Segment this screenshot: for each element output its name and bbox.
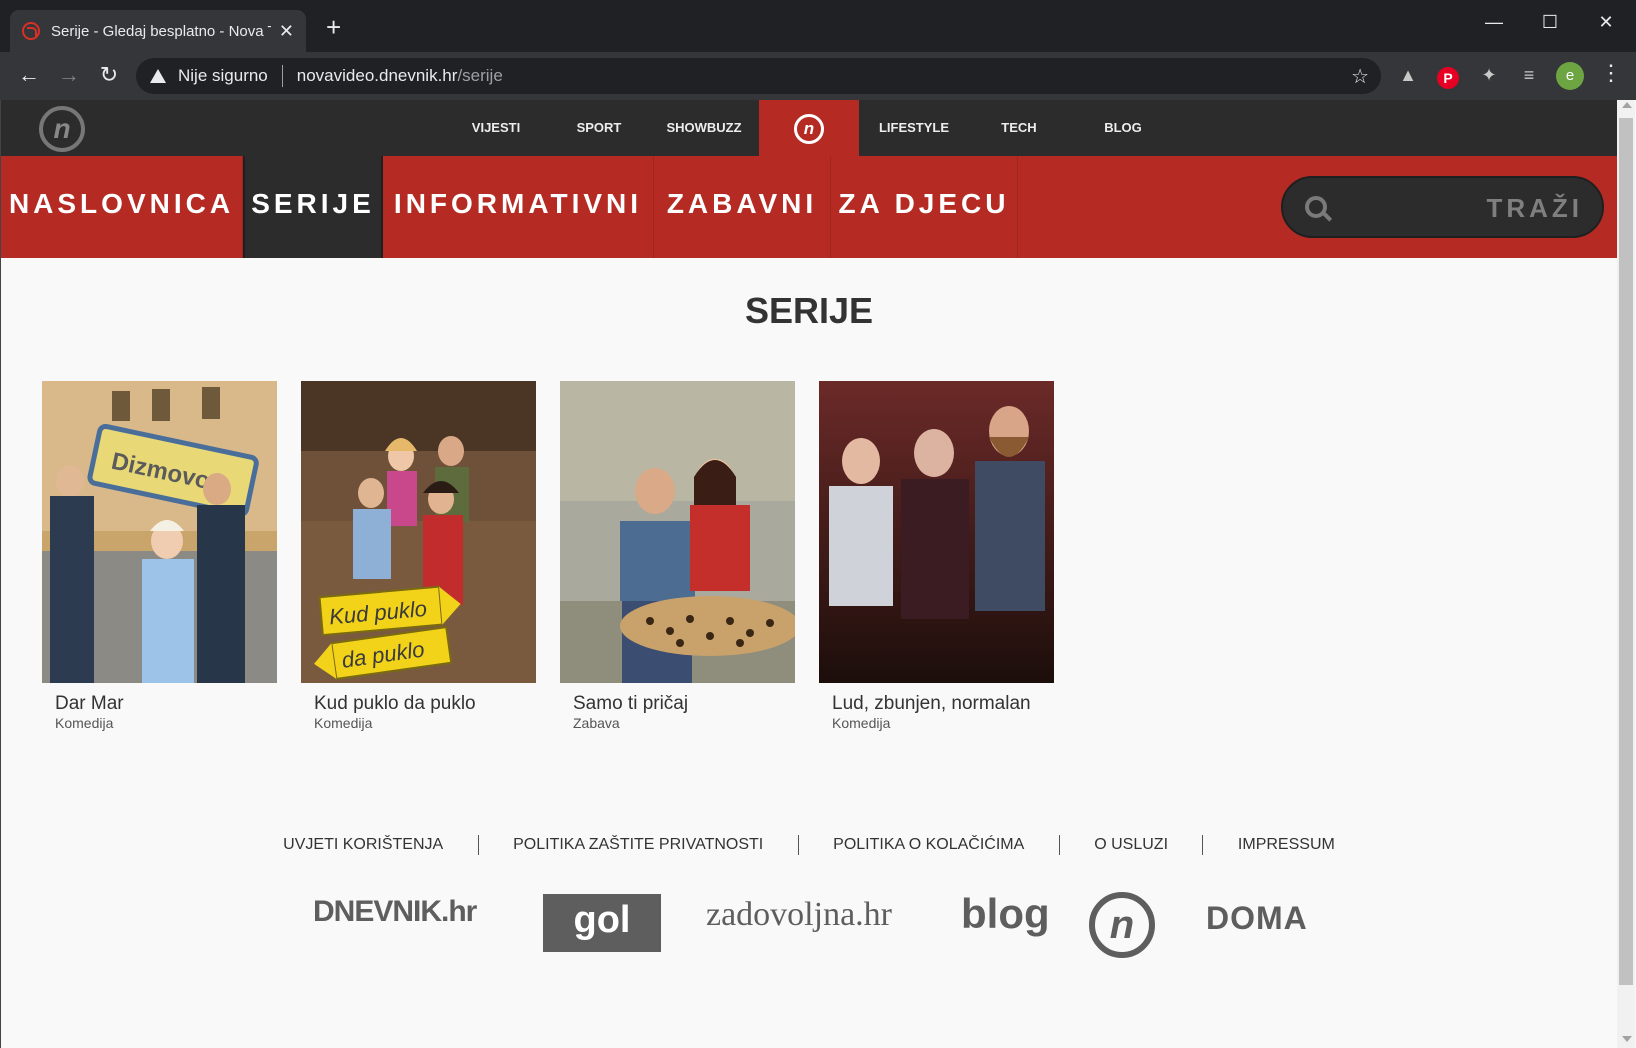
- gol-logo[interactable]: gol: [543, 894, 661, 952]
- topnav-sport[interactable]: SPORT: [559, 100, 639, 156]
- page-viewport: n VIJESTI SPORT SHOWBUZZ n LIFESTYLE TEC…: [0, 100, 1636, 1048]
- footer-link-uvjeti[interactable]: UVJETI KORIŠTENJA: [283, 836, 443, 854]
- show-poster[interactable]: Dizmovo: [42, 381, 277, 683]
- tab-title: Serije - Gledaj besplatno - Nova TV: [51, 22, 271, 40]
- footer-link-privatnost[interactable]: POLITIKA ZAŠTITE PRIVATNOSTI: [513, 836, 763, 854]
- network-topnav: n VIJESTI SPORT SHOWBUZZ n LIFESTYLE TEC…: [1, 100, 1617, 156]
- pinterest-extension-icon[interactable]: P: [1437, 67, 1459, 89]
- footer-links: UVJETI KORIŠTENJA POLITIKA ZAŠTITE PRIVA…: [1, 835, 1617, 855]
- topnav-tech[interactable]: TECH: [979, 100, 1059, 156]
- zadovoljna-logo[interactable]: zadovoljna.hr: [706, 896, 892, 934]
- show-poster[interactable]: [819, 381, 1054, 683]
- tab-close-icon[interactable]: ✕: [279, 21, 294, 42]
- show-card-samo-ti-pricaj[interactable]: Samo ti pričaj Zabava: [560, 381, 795, 731]
- show-title[interactable]: Lud, zbunjen, normalan: [832, 694, 1054, 713]
- profile-avatar[interactable]: e: [1556, 62, 1584, 90]
- url-path: /serije: [457, 66, 503, 85]
- scroll-thumb[interactable]: [1619, 118, 1633, 985]
- kud-puklo-poster-image: Kud puklo da puklo: [301, 381, 536, 683]
- show-title[interactable]: Dar Mar: [55, 694, 277, 713]
- footer-separator: [1202, 835, 1204, 855]
- url-host: novavideo.dnevnik.hr: [296, 66, 458, 85]
- main-navigation: NASLOVNICA SERIJE INFORMATIVNI ZABAVNI Z…: [1, 156, 1617, 258]
- show-card-lud-zbunjen-normalan[interactable]: Lud, zbunjen, normalan Komedija: [819, 381, 1054, 731]
- nova-favicon-icon: [22, 22, 40, 40]
- topnav-blog[interactable]: BLOG: [1083, 100, 1163, 156]
- show-genre: Komedija: [55, 715, 114, 731]
- show-poster[interactable]: Kud puklo da puklo: [301, 381, 536, 683]
- minimize-button[interactable]: —: [1466, 6, 1522, 38]
- lud-zbunjen-normalan-poster-image: [819, 381, 1054, 683]
- topnav-lifestyle[interactable]: LIFESTYLE: [873, 100, 955, 156]
- footer-link-kolacici[interactable]: POLITIKA O KOLAČIĆIMA: [833, 836, 1024, 854]
- footer-separator: [1058, 835, 1060, 855]
- omnibox-separator: [281, 65, 283, 87]
- nova-logo-icon: n: [794, 113, 824, 144]
- show-genre: Komedija: [832, 715, 891, 731]
- show-title[interactable]: Kud puklo da puklo: [314, 694, 536, 713]
- media-control-icon[interactable]: ≡: [1516, 65, 1542, 89]
- extension-icon[interactable]: ▲: [1395, 65, 1421, 89]
- warning-icon: [150, 69, 166, 83]
- browser-tabbar: Serije - Gledaj besplatno - Nova TV ✕ + …: [0, 0, 1636, 52]
- show-card-dar-mar[interactable]: Dizmovo Dar Mar Komedija: [42, 381, 277, 731]
- security-label[interactable]: Nije sigurno: [178, 66, 268, 86]
- browser-tab[interactable]: Serije - Gledaj besplatno - Nova TV ✕: [10, 10, 306, 52]
- show-title[interactable]: Samo ti pričaj: [573, 694, 795, 713]
- search-box[interactable]: [1281, 176, 1604, 238]
- search-input[interactable]: [1343, 188, 1583, 228]
- browser-menu-icon[interactable]: ⋮: [1600, 60, 1622, 86]
- show-card-kud-puklo[interactable]: Kud puklo da puklo Kud puklo da puklo Ko…: [301, 381, 536, 731]
- page-title: SERIJE: [744, 290, 874, 331]
- bookmark-star-icon[interactable]: ☆: [1351, 64, 1369, 89]
- maximize-button[interactable]: ☐: [1522, 6, 1578, 38]
- mainnav-za-djecu[interactable]: ZA DJECU: [831, 156, 1018, 258]
- mainnav-serije[interactable]: SERIJE: [243, 156, 383, 258]
- scroll-up-arrow-icon[interactable]: [1622, 102, 1632, 108]
- mainnav-naslovnica[interactable]: NASLOVNICA: [1, 156, 243, 258]
- mainnav-informativni[interactable]: INFORMATIVNI: [383, 156, 654, 258]
- nova-logo-icon[interactable]: n: [39, 106, 85, 152]
- topnav-vijesti[interactable]: VIJESTI: [456, 100, 536, 156]
- show-genre: Zabava: [573, 715, 620, 731]
- dar-mar-poster-image: Dizmovo: [42, 381, 277, 683]
- extensions-puzzle-icon[interactable]: ✦: [1476, 65, 1502, 89]
- footer-separator: [477, 835, 479, 855]
- show-poster[interactable]: [560, 381, 795, 683]
- back-button[interactable]: ←: [14, 62, 44, 88]
- new-tab-button[interactable]: +: [326, 12, 341, 43]
- window-close-button[interactable]: ✕: [1578, 6, 1634, 38]
- forward-button[interactable]: →: [54, 62, 84, 88]
- scroll-down-arrow-icon[interactable]: [1622, 1036, 1632, 1042]
- footer-link-impressum[interactable]: IMPRESSUM: [1238, 836, 1335, 854]
- page-scrollbar[interactable]: [1617, 100, 1635, 1048]
- samo-ti-pricaj-poster-image: [560, 381, 795, 683]
- address-bar[interactable]: Nije sigurno novavideo.dnevnik.hr/serije…: [136, 58, 1381, 94]
- footer-link-o-usluzi[interactable]: O USLUZI: [1094, 836, 1168, 854]
- search-icon[interactable]: [1305, 196, 1327, 218]
- footer-separator: [797, 835, 799, 855]
- doma-logo[interactable]: DOMA: [1206, 900, 1308, 937]
- dnevnik-logo[interactable]: DNEVNIK.hr: [313, 895, 477, 929]
- mainnav-zabavni[interactable]: ZABAVNI: [654, 156, 831, 258]
- browser-toolbar: ← → ↻ Nije sigurno novavideo.dnevnik.hr /…: [0, 52, 1636, 100]
- nova-footer-logo[interactable]: n: [1089, 892, 1155, 958]
- topnav-showbuzz[interactable]: SHOWBUZZ: [661, 100, 747, 156]
- topnav-nova-button[interactable]: n: [759, 100, 859, 156]
- reload-button[interactable]: ↻: [94, 62, 124, 88]
- blog-logo[interactable]: blog: [961, 890, 1050, 938]
- show-genre: Komedija: [314, 715, 373, 731]
